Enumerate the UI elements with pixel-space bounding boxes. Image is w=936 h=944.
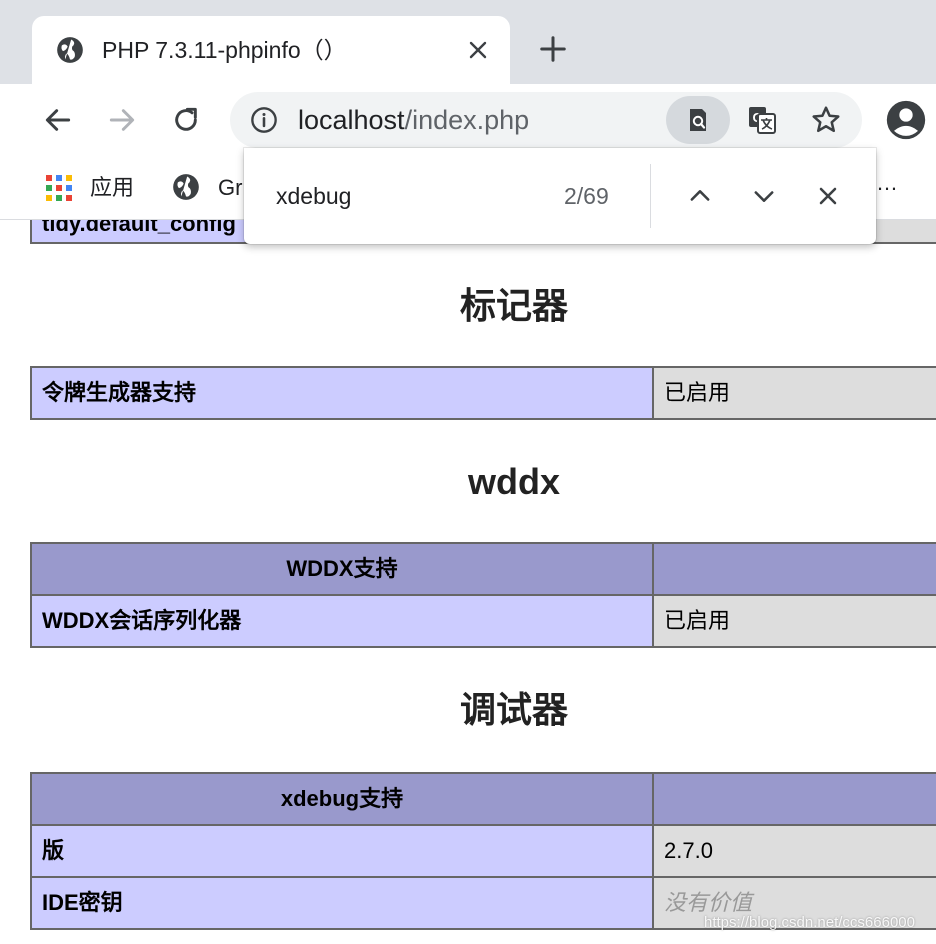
table-key-cell: 版 [30,824,654,878]
plus-icon[interactable] [538,34,568,64]
watermark: https://blog.csdn.net/ccs666000 [704,914,915,931]
bookmarks-overflow[interactable]: … [876,170,898,196]
table-key-cell: WDDX会话序列化器 [30,594,654,648]
url-host: localhost [298,105,405,135]
find-in-page-button[interactable] [666,96,730,144]
apps-grid-icon[interactable] [44,173,74,203]
table-header-row: xdebug支持 [30,772,936,826]
toolbar: localhost/index.php G [0,84,936,156]
find-in-page-icon [690,109,706,131]
wddx-table: WDDX支持 WDDX会话序列化器 已启用 [30,542,936,648]
url-text[interactable]: localhost/index.php [298,105,529,135]
bookmark-item-label[interactable]: Gr [218,174,242,202]
find-match-count: 2/69 [564,183,609,209]
star-icon[interactable] [810,104,842,136]
table-header-value-cell [652,772,936,826]
page-left-edge [0,220,14,944]
table-header-row: WDDX支持 [30,542,936,596]
chevron-up-icon[interactable] [686,182,714,210]
info-icon[interactable] [250,106,278,134]
table-key-cell: IDE密钥 [30,876,654,930]
profile-avatar-icon[interactable] [886,100,926,140]
tokenizer-table: 令牌生成器支持 已启用 [30,366,936,420]
reload-icon[interactable] [170,104,202,136]
back-arrow-icon[interactable] [42,104,74,136]
table-header-cell: WDDX支持 [30,542,654,596]
globe-icon[interactable] [172,173,200,201]
translate-icon[interactable]: G [746,104,778,136]
table-header-cell: xdebug支持 [30,772,654,826]
close-icon[interactable] [814,182,842,210]
table-row: 令牌生成器支持 已启用 [30,366,936,420]
section-title-debugger: 调试器 [459,689,568,730]
close-icon[interactable] [466,38,490,62]
section-title-tokenizer: 标记器 [459,285,568,326]
table-value-cell: 已启用 [652,366,936,420]
url-path: /index.php [404,105,530,135]
chevron-down-icon[interactable] [750,182,778,210]
table-row: 版 2.7.0 [30,824,936,878]
table-key-cell: 令牌生成器支持 [30,366,654,420]
bookmark-apps-label[interactable]: 应用 [90,174,134,202]
tab-phpinfo[interactable]: PHP 7.3.11-phpinfo（） [32,16,510,84]
globe-icon [57,37,83,63]
table-row: WDDX会话序列化器 已启用 [30,594,936,648]
find-input[interactable] [276,180,536,212]
find-bar: 2/69 [244,148,876,244]
table-header-value-cell [652,542,936,596]
forward-arrow-icon[interactable] [106,104,138,136]
table-value-cell: 已启用 [652,594,936,648]
address-bar[interactable]: localhost/index.php G [230,92,862,148]
tab-strip: PHP 7.3.11-phpinfo（） [0,0,936,84]
tab-title: PHP 7.3.11-phpinfo（） [102,37,347,63]
phpinfo-page: tidy.default_config 标记器 令牌生成器支持 已启用 wddx… [14,220,936,944]
xdebug-table: xdebug支持 版 2.7.0 IDE密钥 没有价值 [30,772,936,930]
section-title-wddx: wddx [467,461,560,502]
find-divider [650,164,651,228]
table-value-cell: 2.7.0 [652,824,936,878]
